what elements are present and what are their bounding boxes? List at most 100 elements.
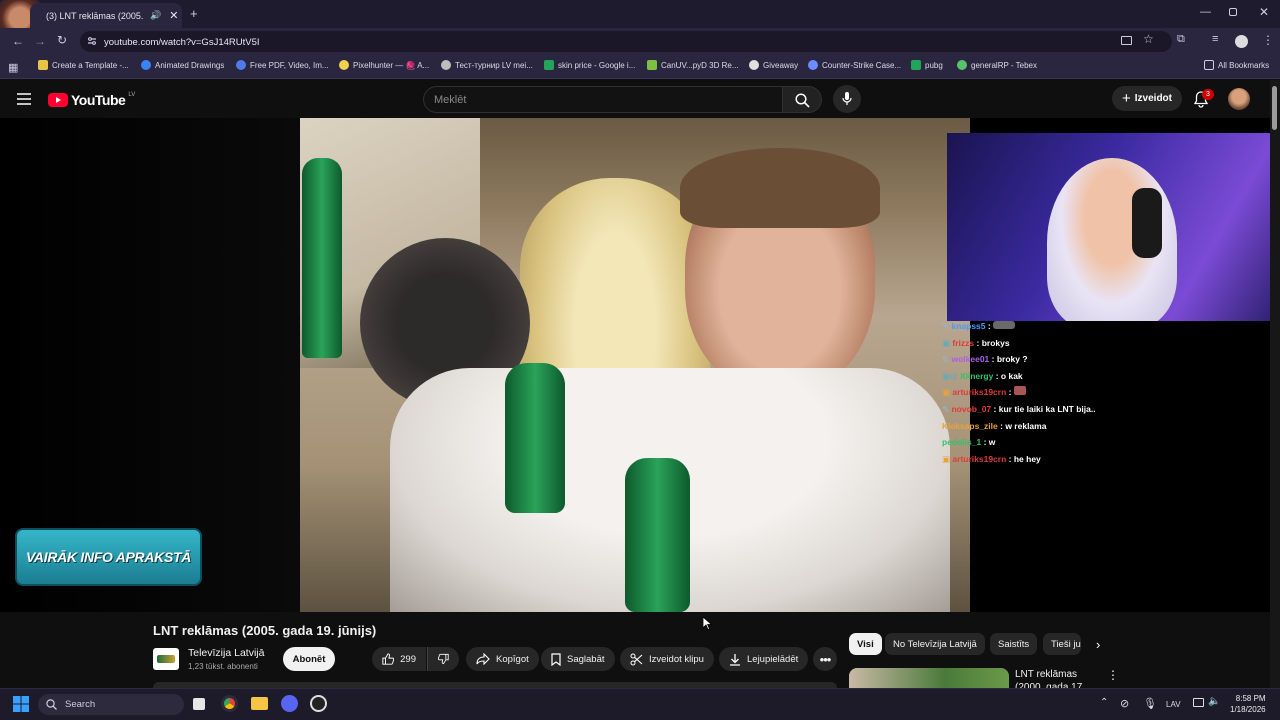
tray-network-off-icon[interactable]: ⊘: [1120, 697, 1129, 710]
all-bookmarks[interactable]: All Bookmarks: [1204, 60, 1269, 70]
bookmark-item[interactable]: skin price - Google i...: [544, 60, 635, 70]
chip-related[interactable]: Saistīts: [990, 633, 1038, 655]
tray-clock[interactable]: 8:58 PM 1/18/2026: [1230, 693, 1266, 715]
scissors-icon: [630, 653, 643, 665]
mouse-cursor-icon: [703, 617, 712, 630]
chip-live[interactable]: Tieši ju: [1043, 633, 1081, 655]
obs-taskbar-icon[interactable]: [310, 695, 327, 712]
tray-chevron-icon[interactable]: ⌃: [1100, 697, 1108, 708]
bookmark-label: Animated Drawings: [155, 60, 225, 70]
back-icon[interactable]: ←: [12, 34, 24, 48]
reload-icon[interactable]: ↻: [57, 33, 67, 47]
chip-from-channel[interactable]: No Televīzija Latvijā: [885, 633, 985, 655]
chat-username: novob_07: [951, 403, 992, 414]
file-explorer-icon[interactable]: [251, 697, 268, 710]
close-window-icon[interactable]: ✕: [1259, 5, 1269, 19]
recommended-title-line-1: LNT reklāmas: [1015, 669, 1078, 680]
chat-message: ▣ frizzs : brokys: [942, 337, 1010, 348]
bookmark-item[interactable]: Animated Drawings: [141, 60, 224, 70]
cast-icon[interactable]: [1121, 36, 1132, 45]
bookmark-star-icon[interactable]: ☆: [1143, 32, 1154, 46]
create-button[interactable]: + Izveidot: [1112, 86, 1182, 111]
keyboard-language[interactable]: LAV: [1166, 700, 1181, 709]
bookmark-item[interactable]: Giveaway: [749, 60, 798, 70]
bookmark-item[interactable]: CanUV...pyD 3D Re...: [647, 60, 739, 70]
search-icon: [795, 93, 810, 108]
share-button[interactable]: Kopīgot: [466, 647, 539, 671]
new-tab-icon[interactable]: +: [190, 6, 198, 21]
chat-emote-icon: [1013, 386, 1026, 396]
tray-microphone-icon[interactable]: 🎙: [1143, 697, 1157, 710]
browser-menu-icon[interactable]: ⋮: [1262, 33, 1274, 47]
account-avatar[interactable]: [1228, 88, 1250, 110]
dislike-button[interactable]: [427, 647, 459, 671]
chip-all[interactable]: Visi: [849, 633, 882, 655]
webcam-headset: [1132, 188, 1162, 258]
media-icon[interactable]: ≡: [1212, 33, 1218, 45]
clip-button[interactable]: Izveidot klipu: [620, 647, 714, 671]
save-button[interactable]: Saglabāt: [541, 647, 615, 671]
chat-message: ✎ knapss5 :: [942, 318, 1132, 335]
download-label: Lejupielādēt: [747, 653, 799, 665]
minimize-icon[interactable]: —: [1200, 6, 1211, 18]
chrome-taskbar-icon[interactable]: [221, 695, 238, 712]
recommended-thumbnail[interactable]: [849, 668, 1009, 688]
chat-text: w: [988, 437, 996, 448]
info-banner-text: VAIRĀK INFO APRAKSTĀ: [25, 549, 192, 565]
hamburger-menu-icon[interactable]: [17, 93, 31, 105]
channel-name[interactable]: Televīzija Latvijā: [188, 647, 264, 659]
download-button[interactable]: Lejupielādēt: [719, 647, 809, 671]
clock-date: 1/18/2026: [1230, 705, 1266, 714]
chat-text: o kak: [1000, 370, 1023, 381]
taskbar-search[interactable]: Search: [38, 694, 184, 715]
save-label: Saglabāt: [567, 653, 605, 665]
page-scrollbar[interactable]: [1270, 80, 1280, 688]
bookmark-label: Counter-Strike Case...: [822, 60, 902, 70]
like-button[interactable]: 299: [372, 647, 426, 671]
chat-username: wolkee01: [951, 354, 990, 365]
subscribe-button[interactable]: Abonēt: [283, 647, 335, 671]
more-actions-button[interactable]: •••: [813, 647, 837, 671]
bookmark-item[interactable]: Pixelhunter — 🧶 A...: [339, 60, 429, 70]
search-input[interactable]: [423, 86, 782, 113]
apps-grid-icon[interactable]: ▦: [8, 61, 18, 74]
chips-next-icon[interactable]: ›: [1096, 637, 1100, 652]
search-button[interactable]: [782, 86, 822, 113]
extensions-icon[interactable]: ⧉: [1177, 33, 1185, 46]
tab-close-icon[interactable]: ✕: [169, 9, 178, 22]
profile-avatar[interactable]: [1235, 35, 1248, 48]
chat-text: brokys: [981, 337, 1010, 348]
bookmark-item[interactable]: Free PDF, Video, Im...: [236, 60, 329, 70]
bookmark-item[interactable]: Counter-Strike Case...: [808, 60, 901, 70]
video-player[interactable]: ✎ knapss5 : ▣ frizzs : brokys ✎ wolkee01…: [0, 118, 1270, 612]
chat-emote-icon: [993, 321, 1016, 329]
tab-audio-icon[interactable]: 🔊: [150, 10, 161, 21]
bookmark-item[interactable]: Create a Template -...: [38, 60, 129, 70]
tray-display-icon[interactable]: [1193, 698, 1204, 707]
tab-title: (3) LNT reklāmas (2005. gad: [46, 10, 146, 21]
recommended-more-icon[interactable]: ⋮: [1107, 668, 1119, 682]
thumbs-up-icon: [382, 653, 395, 665]
bookmark-item[interactable]: Тест-турнир LV mei...: [441, 60, 533, 70]
download-icon: [730, 653, 740, 666]
bookmark-item[interactable]: generalRP - Tebex: [957, 60, 1037, 70]
browser-tab[interactable]: (3) LNT reklāmas (2005. gad 🔊 ✕: [30, 3, 182, 28]
channel-avatar[interactable]: [153, 648, 179, 670]
voice-search-button[interactable]: [833, 85, 861, 113]
windows-start-icon[interactable]: [13, 696, 29, 712]
youtube-logo[interactable]: YouTube LV: [48, 92, 135, 108]
bookmark-item[interactable]: pubg: [911, 60, 943, 70]
chat-message: pedolis_1 : w: [942, 437, 996, 448]
tray-volume-icon[interactable]: 🔈: [1208, 696, 1220, 707]
recommended-title[interactable]: LNT reklāmas (2000. gada 17...: [1015, 668, 1091, 688]
task-view-icon[interactable]: [193, 698, 205, 710]
site-info-icon[interactable]: [87, 36, 97, 46]
chat-username: Xlinergy: [959, 370, 994, 381]
region-code: LV: [128, 92, 136, 98]
restore-icon[interactable]: [1229, 8, 1237, 16]
bookmark-label: skin price - Google i...: [558, 60, 636, 70]
channel-logo-icon: [157, 655, 175, 663]
forward-icon[interactable]: →: [34, 34, 46, 48]
scrollbar-thumb[interactable]: [1272, 86, 1277, 130]
discord-taskbar-icon[interactable]: [281, 695, 298, 712]
